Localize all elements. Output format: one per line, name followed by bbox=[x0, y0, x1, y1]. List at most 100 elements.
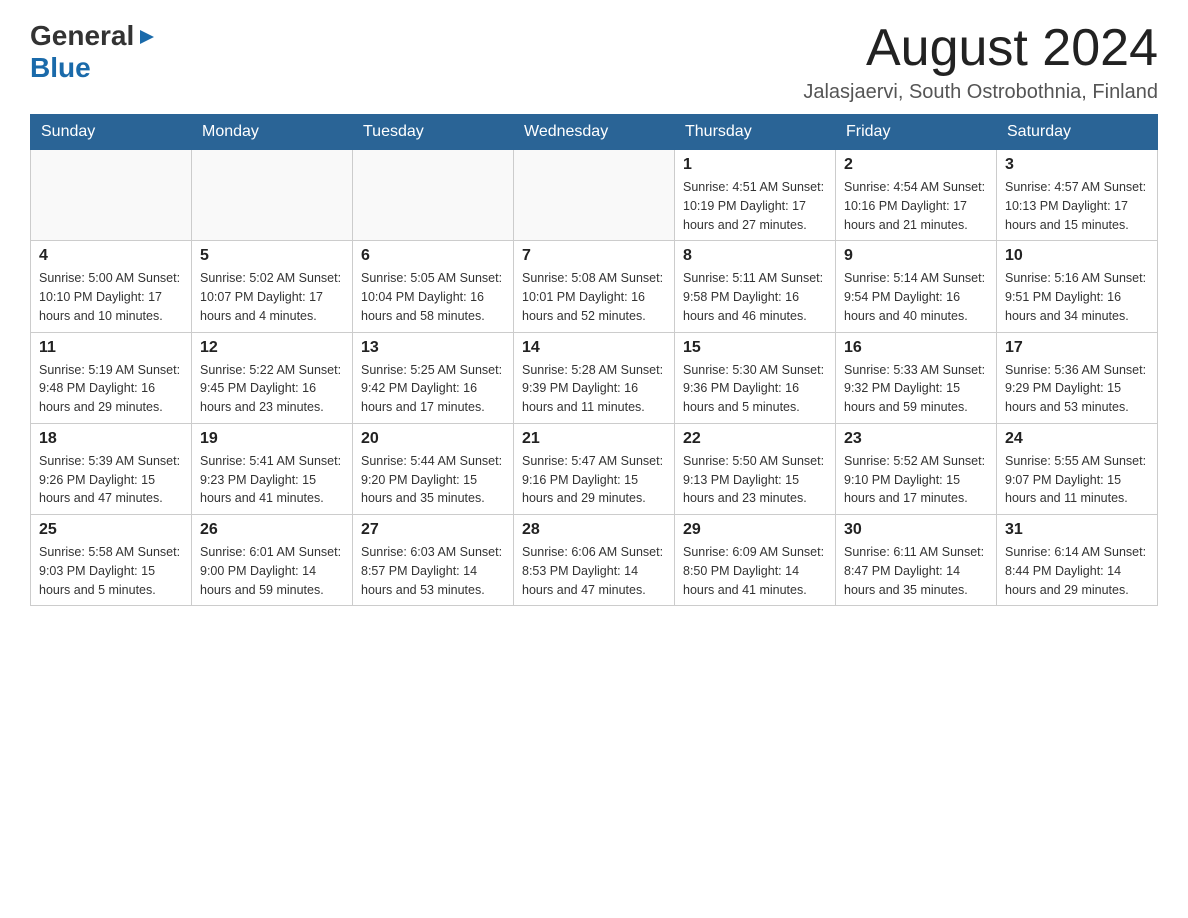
table-row: 29 Sunrise: 6:09 AM Sunset: 8:50 PM Dayli… bbox=[675, 515, 836, 606]
table-row bbox=[31, 150, 192, 241]
table-row: 12 Sunrise: 5:22 AM Sunset: 9:45 PM Dayli… bbox=[192, 332, 353, 423]
day-info: Sunrise: 5:47 AM Sunset: 9:16 PM Dayligh… bbox=[522, 452, 666, 508]
day-info: Sunrise: 6:03 AM Sunset: 8:57 PM Dayligh… bbox=[361, 543, 505, 599]
col-thursday: Thursday bbox=[675, 115, 836, 150]
col-friday: Friday bbox=[836, 115, 997, 150]
day-info: Sunrise: 5:25 AM Sunset: 9:42 PM Dayligh… bbox=[361, 361, 505, 417]
day-info: Sunrise: 6:01 AM Sunset: 9:00 PM Dayligh… bbox=[200, 543, 344, 599]
calendar-week-row: 1Sunrise: 4:51 AM Sunset: 10:19 PM Dayli… bbox=[31, 150, 1158, 241]
day-info: Sunrise: 6:11 AM Sunset: 8:47 PM Dayligh… bbox=[844, 543, 988, 599]
day-number: 7 bbox=[522, 247, 666, 265]
table-row: 6 Sunrise: 5:05 AM Sunset: 10:04 PM Dayli… bbox=[353, 241, 514, 332]
day-info: Sunrise: 5:50 AM Sunset: 9:13 PM Dayligh… bbox=[683, 452, 827, 508]
table-row: 13 Sunrise: 5:25 AM Sunset: 9:42 PM Dayli… bbox=[353, 332, 514, 423]
day-info: Sunrise: 5:08 AM Sunset: 10:01 PM Daylig… bbox=[522, 269, 666, 325]
day-info: Sunrise: 5:05 AM Sunset: 10:04 PM Daylig… bbox=[361, 269, 505, 325]
table-row: 23 Sunrise: 5:52 AM Sunset: 9:10 PM Dayli… bbox=[836, 423, 997, 514]
location-title: Jalasjaervi, South Ostrobothnia, Finland bbox=[803, 81, 1158, 104]
table-row: 27 Sunrise: 6:03 AM Sunset: 8:57 PM Dayli… bbox=[353, 515, 514, 606]
day-number: 17 bbox=[1005, 339, 1149, 357]
table-row bbox=[514, 150, 675, 241]
day-number: 6 bbox=[361, 247, 505, 265]
day-info: Sunrise: 5:28 AM Sunset: 9:39 PM Dayligh… bbox=[522, 361, 666, 417]
table-row: 26 Sunrise: 6:01 AM Sunset: 9:00 PM Dayli… bbox=[192, 515, 353, 606]
day-number: 4 bbox=[39, 247, 183, 265]
table-row: 3 Sunrise: 4:57 AM Sunset: 10:13 PM Dayli… bbox=[997, 150, 1158, 241]
day-number: 12 bbox=[200, 339, 344, 357]
table-row: 24 Sunrise: 5:55 AM Sunset: 9:07 PM Dayli… bbox=[997, 423, 1158, 514]
table-row: 30Sunrise: 6:11 AM Sunset: 8:47 PM Dayli… bbox=[836, 515, 997, 606]
day-number: 9 bbox=[844, 247, 988, 265]
day-info: Sunrise: 5:30 AM Sunset: 9:36 PM Dayligh… bbox=[683, 361, 827, 417]
table-row: 22 Sunrise: 5:50 AM Sunset: 9:13 PM Dayli… bbox=[675, 423, 836, 514]
day-info: Sunrise: 6:14 AM Sunset: 8:44 PM Dayligh… bbox=[1005, 543, 1149, 599]
day-info: Sunrise: 5:22 AM Sunset: 9:45 PM Dayligh… bbox=[200, 361, 344, 417]
table-row: 7 Sunrise: 5:08 AM Sunset: 10:01 PM Dayli… bbox=[514, 241, 675, 332]
calendar-week-row: 18 Sunrise: 5:39 AM Sunset: 9:26 PM Dayli… bbox=[31, 423, 1158, 514]
col-monday: Monday bbox=[192, 115, 353, 150]
day-number: 25 bbox=[39, 521, 183, 539]
day-number: 22 bbox=[683, 430, 827, 448]
day-number: 18 bbox=[39, 430, 183, 448]
day-number: 11 bbox=[39, 339, 183, 357]
day-number: 19 bbox=[200, 430, 344, 448]
table-row: 18 Sunrise: 5:39 AM Sunset: 9:26 PM Dayli… bbox=[31, 423, 192, 514]
day-number: 13 bbox=[361, 339, 505, 357]
page-header: General Blue August 2024 Jalasjaervi, So… bbox=[30, 20, 1158, 104]
col-saturday: Saturday bbox=[997, 115, 1158, 150]
day-info: Sunrise: 6:06 AM Sunset: 8:53 PM Dayligh… bbox=[522, 543, 666, 599]
table-row: 2 Sunrise: 4:54 AM Sunset: 10:16 PM Dayli… bbox=[836, 150, 997, 241]
logo: General Blue bbox=[30, 20, 158, 84]
day-number: 23 bbox=[844, 430, 988, 448]
calendar-week-row: 4Sunrise: 5:00 AM Sunset: 10:10 PM Dayli… bbox=[31, 241, 1158, 332]
day-info: Sunrise: 5:33 AM Sunset: 9:32 PM Dayligh… bbox=[844, 361, 988, 417]
day-number: 10 bbox=[1005, 247, 1149, 265]
logo-blue: Blue bbox=[30, 52, 91, 83]
day-number: 24 bbox=[1005, 430, 1149, 448]
day-number: 28 bbox=[522, 521, 666, 539]
table-row: 14Sunrise: 5:28 AM Sunset: 9:39 PM Dayli… bbox=[514, 332, 675, 423]
day-info: Sunrise: 5:02 AM Sunset: 10:07 PM Daylig… bbox=[200, 269, 344, 325]
day-info: Sunrise: 5:39 AM Sunset: 9:26 PM Dayligh… bbox=[39, 452, 183, 508]
day-info: Sunrise: 5:58 AM Sunset: 9:03 PM Dayligh… bbox=[39, 543, 183, 599]
table-row bbox=[192, 150, 353, 241]
day-info: Sunrise: 5:41 AM Sunset: 9:23 PM Dayligh… bbox=[200, 452, 344, 508]
day-number: 2 bbox=[844, 156, 988, 174]
month-title: August 2024 bbox=[803, 20, 1158, 77]
table-row: 16 Sunrise: 5:33 AM Sunset: 9:32 PM Dayli… bbox=[836, 332, 997, 423]
calendar-week-row: 11 Sunrise: 5:19 AM Sunset: 9:48 PM Dayli… bbox=[31, 332, 1158, 423]
day-info: Sunrise: 5:19 AM Sunset: 9:48 PM Dayligh… bbox=[39, 361, 183, 417]
table-row: 8 Sunrise: 5:11 AM Sunset: 9:58 PM Daylig… bbox=[675, 241, 836, 332]
table-row: 4Sunrise: 5:00 AM Sunset: 10:10 PM Dayli… bbox=[31, 241, 192, 332]
day-number: 8 bbox=[683, 247, 827, 265]
day-info: Sunrise: 5:55 AM Sunset: 9:07 PM Dayligh… bbox=[1005, 452, 1149, 508]
logo-triangle-icon bbox=[136, 26, 158, 48]
col-wednesday: Wednesday bbox=[514, 115, 675, 150]
day-info: Sunrise: 5:52 AM Sunset: 9:10 PM Dayligh… bbox=[844, 452, 988, 508]
table-row bbox=[353, 150, 514, 241]
title-section: August 2024 Jalasjaervi, South Ostroboth… bbox=[803, 20, 1158, 104]
day-info: Sunrise: 4:57 AM Sunset: 10:13 PM Daylig… bbox=[1005, 178, 1149, 234]
day-number: 26 bbox=[200, 521, 344, 539]
day-info: Sunrise: 6:09 AM Sunset: 8:50 PM Dayligh… bbox=[683, 543, 827, 599]
table-row: 25 Sunrise: 5:58 AM Sunset: 9:03 PM Dayli… bbox=[31, 515, 192, 606]
table-row: 21 Sunrise: 5:47 AM Sunset: 9:16 PM Dayli… bbox=[514, 423, 675, 514]
day-info: Sunrise: 5:11 AM Sunset: 9:58 PM Dayligh… bbox=[683, 269, 827, 325]
day-info: Sunrise: 5:14 AM Sunset: 9:54 PM Dayligh… bbox=[844, 269, 988, 325]
day-info: Sunrise: 5:16 AM Sunset: 9:51 PM Dayligh… bbox=[1005, 269, 1149, 325]
table-row: 9 Sunrise: 5:14 AM Sunset: 9:54 PM Daylig… bbox=[836, 241, 997, 332]
day-info: Sunrise: 4:54 AM Sunset: 10:16 PM Daylig… bbox=[844, 178, 988, 234]
day-number: 20 bbox=[361, 430, 505, 448]
table-row: 31Sunrise: 6:14 AM Sunset: 8:44 PM Dayli… bbox=[997, 515, 1158, 606]
logo-general: General bbox=[30, 20, 134, 52]
day-info: Sunrise: 5:44 AM Sunset: 9:20 PM Dayligh… bbox=[361, 452, 505, 508]
table-row: 11 Sunrise: 5:19 AM Sunset: 9:48 PM Dayli… bbox=[31, 332, 192, 423]
day-number: 29 bbox=[683, 521, 827, 539]
day-info: Sunrise: 5:36 AM Sunset: 9:29 PM Dayligh… bbox=[1005, 361, 1149, 417]
day-number: 3 bbox=[1005, 156, 1149, 174]
table-row: 28 Sunrise: 6:06 AM Sunset: 8:53 PM Dayli… bbox=[514, 515, 675, 606]
calendar-table: Sunday Monday Tuesday Wednesday Thursday… bbox=[30, 114, 1158, 606]
day-number: 16 bbox=[844, 339, 988, 357]
day-number: 27 bbox=[361, 521, 505, 539]
day-number: 21 bbox=[522, 430, 666, 448]
